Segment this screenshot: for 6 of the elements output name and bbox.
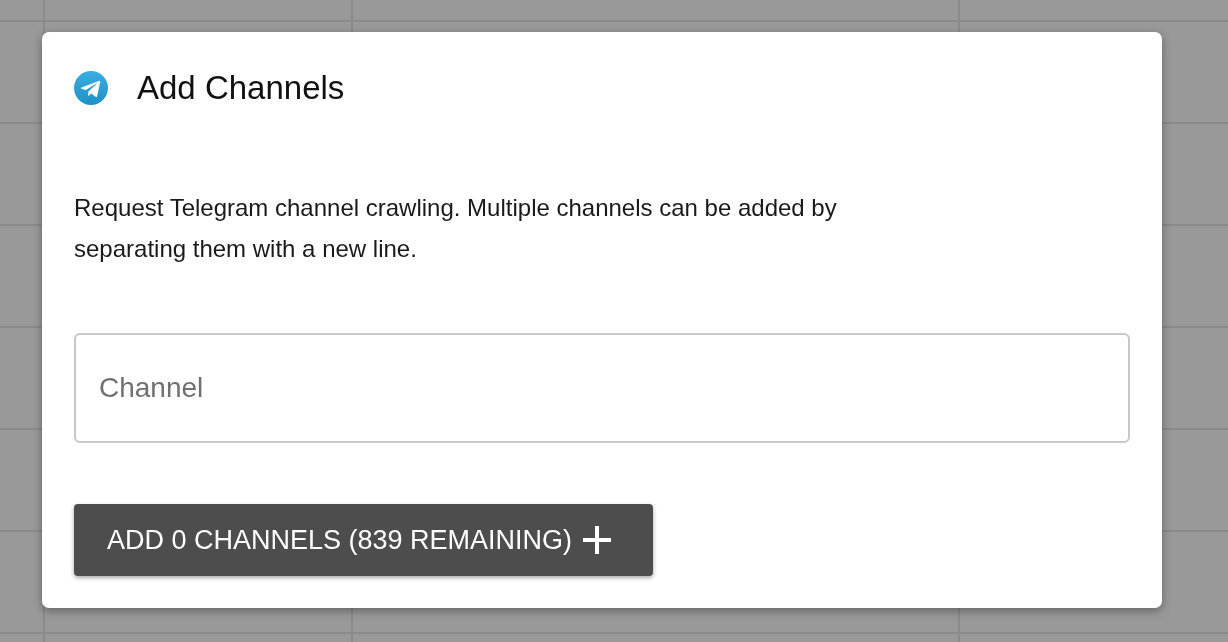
add-channels-button[interactable]: ADD 0 CHANNELS (839 REMAINING) [74, 504, 654, 576]
dialog-title: Add Channels [137, 68, 345, 108]
paper-plane-icon [74, 71, 108, 105]
dialog-description: Request Telegram channel crawling. Multiple channels can be added by separating them with a new line. [74, 193, 838, 264]
channel-input-field[interactable]: Channel [74, 333, 1130, 443]
plus-icon [583, 526, 612, 554]
